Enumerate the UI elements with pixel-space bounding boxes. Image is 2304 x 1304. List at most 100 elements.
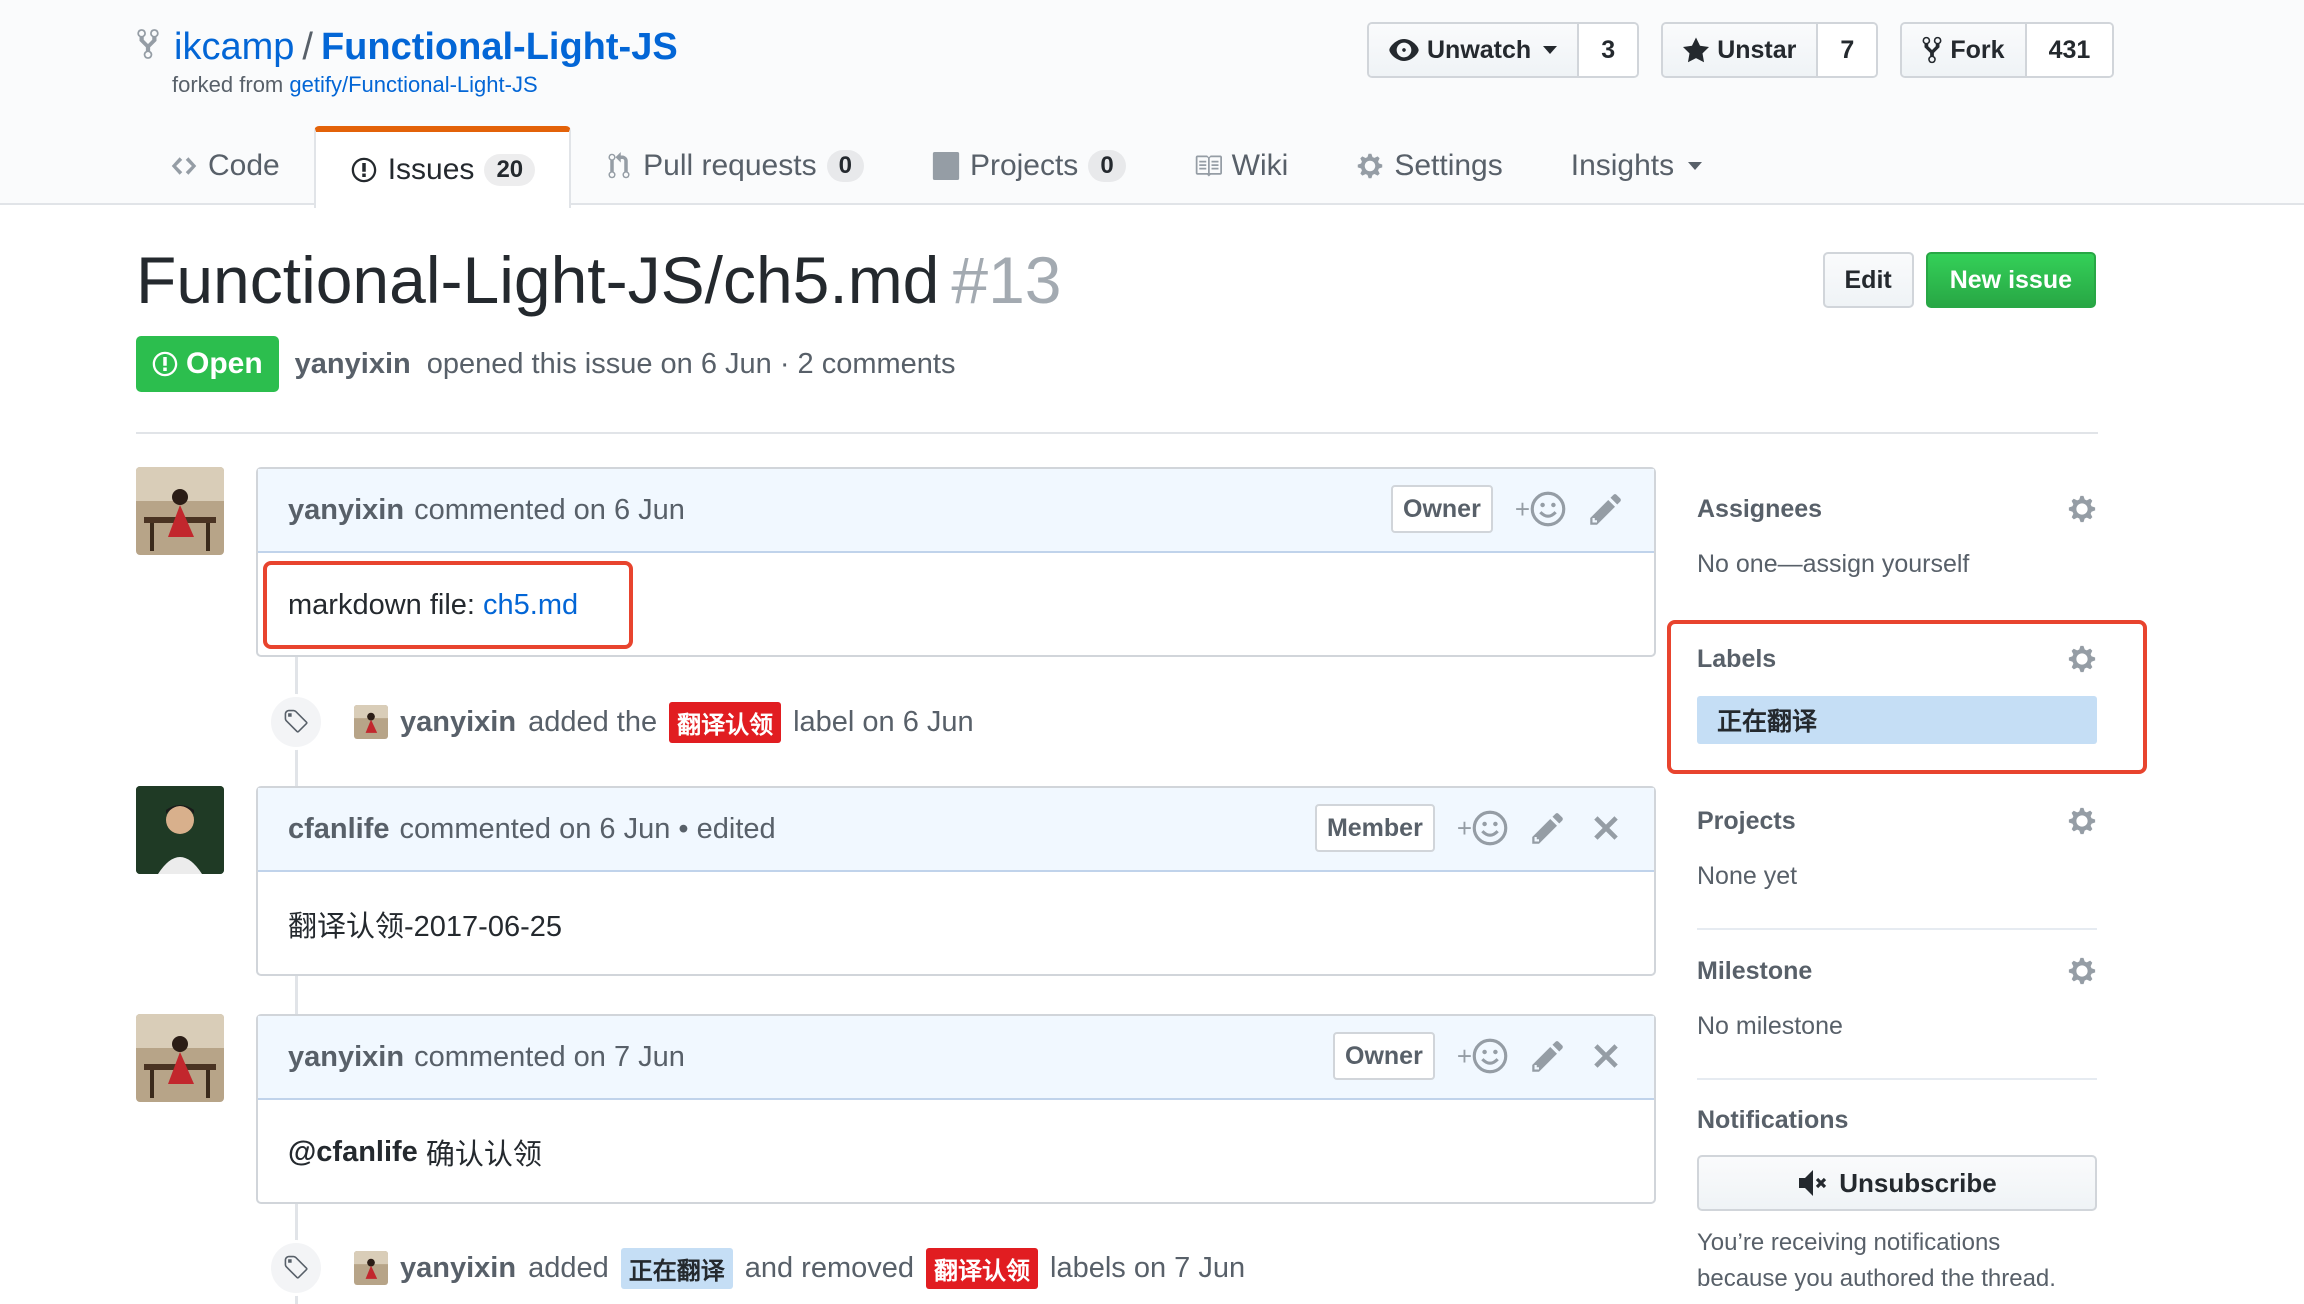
tab-issues-label: Issues [387,153,475,186]
comment-meta[interactable]: commented on 7 Jun [414,1041,685,1074]
tab-projects-label: Projects [969,149,1079,182]
event-badge [268,1240,324,1296]
issue-author[interactable]: yanyixin [295,348,411,381]
avatar-yanyixin [136,1014,224,1102]
chevron-down-icon [1688,162,1703,170]
watchers-count[interactable]: 3 [1579,24,1638,76]
issue-opened-icon [351,157,376,183]
assignees-value[interactable]: No one—assign yourself [1697,550,2097,579]
avatar-yanyixin-mini [354,705,388,739]
event-text: added [528,1251,609,1284]
repo-name-link[interactable]: Functional-Light-JS [321,26,678,68]
gear-icon[interactable] [2067,806,2097,836]
tab-pull-requests-label: Pull requests [643,149,817,182]
unsubscribe-button[interactable]: Unsubscribe [1697,1155,2097,1211]
edit-button[interactable]: Edit [1822,252,1914,308]
close-icon[interactable] [1588,1038,1624,1074]
new-issue-button[interactable]: New issue [1925,252,2096,308]
issue-number: #13 [951,243,1062,317]
notifications-reason: You’re receiving notifications because y… [1697,1229,2056,1292]
issue-title: Functional-Light-JS/ch5.md #13 [136,240,1062,320]
unstar-button[interactable]: Unstar [1663,24,1819,76]
role-badge: Owner [1391,485,1493,533]
event-text: and removed [744,1251,914,1284]
state-badge: Open [136,336,279,392]
smiley-icon [1530,491,1566,527]
pencil-icon[interactable] [1530,1038,1566,1074]
mention-link[interactable]: @cfanlife [288,1136,418,1169]
avatar[interactable] [136,1014,224,1102]
tab-code[interactable]: Code [136,126,314,206]
role-badge: Member [1314,804,1435,852]
notifications-title: Notifications [1697,1106,1849,1134]
repo-nav: Code Issues 20 Pull requests 0 Projects … [136,126,1736,208]
projects-title: Projects [1697,806,1796,835]
plus-sign: + [1456,812,1472,843]
repo-actions: Unwatch 3 Unstar 7 Fork 431 [1367,22,2115,78]
label-translation-claim[interactable]: 翻译认领 [926,1247,1038,1289]
plus-sign: + [1456,1040,1472,1071]
comment-header: yanyixin commented on 6 Jun Owner + [258,469,1654,553]
comment-meta[interactable]: commented on 6 Jun [414,494,685,527]
smiley-icon [1472,810,1508,846]
project-icon [932,152,960,180]
avatar[interactable] [354,705,388,739]
forked-prefix: forked from [172,72,284,97]
assignees-header[interactable]: Assignees [1697,494,2097,524]
label-translation-claim[interactable]: 翻译认领 [669,701,782,743]
star-group: Unstar 7 [1661,22,1879,78]
event-actor[interactable]: yanyixin [400,706,516,739]
tab-insights[interactable]: Insights [1537,126,1736,206]
add-reaction-button[interactable]: + [1515,491,1566,527]
pencil-icon[interactable] [1588,491,1624,527]
event-actor[interactable]: yanyixin [400,1252,516,1285]
unstar-label: Unstar [1717,35,1797,64]
code-icon [171,157,197,175]
forked-source-link[interactable]: getify/Functional-Light-JS [289,72,537,97]
eye-icon [1389,39,1419,61]
forks-count[interactable]: 431 [2026,24,2113,76]
header-divider [136,432,2098,434]
avatar-yanyixin-mini [354,1251,388,1285]
avatar[interactable] [136,467,224,555]
repo-owner-link[interactable]: ikcamp [174,26,294,68]
tab-pull-requests[interactable]: Pull requests 0 [571,126,898,206]
sidebar-milestone: Milestone No milestone [1697,956,2097,1041]
fork-group: Fork 431 [1900,22,2115,78]
comment-header: cfanlife commented on 6 Jun • edited Mem… [258,788,1654,872]
avatar[interactable] [136,786,224,874]
comment-body: 翻译认领-2017-06-25 [258,872,1654,976]
issues-counter: 20 [484,154,536,186]
add-reaction-button[interactable]: + [1457,1038,1508,1074]
tab-wiki[interactable]: Wiki [1160,126,1323,206]
star-icon [1683,37,1710,63]
highlight-box [1667,620,2147,774]
pencil-icon[interactable] [1530,810,1566,846]
event-badge [268,694,324,750]
comment-author[interactable]: yanyixin [288,1041,404,1074]
event-text: label on 6 Jun [793,705,974,738]
tab-projects[interactable]: Projects 0 [898,126,1160,206]
tab-settings-label: Settings [1394,149,1503,182]
tab-settings[interactable]: Settings [1322,126,1536,206]
stargazers-count[interactable]: 7 [1818,24,1877,76]
repo-fork-icon [137,29,159,59]
issue-title-actions: Edit New issue [1822,252,2096,308]
label-translating[interactable]: 正在翻译 [620,1247,733,1289]
comment-meta[interactable]: commented on 6 Jun • edited [400,813,776,846]
tab-issues[interactable]: Issues 20 [313,126,572,208]
projects-header[interactable]: Projects [1697,806,2097,836]
fork-button[interactable]: Fork [1902,24,2027,76]
gear-icon[interactable] [2067,956,2097,986]
pulls-counter: 0 [826,150,864,182]
unwatch-button[interactable]: Unwatch [1369,24,1580,76]
avatar[interactable] [354,1251,388,1285]
comment-author[interactable]: cfanlife [288,813,390,846]
milestone-header[interactable]: Milestone [1697,956,2097,986]
add-reaction-button[interactable]: + [1457,810,1508,846]
issue-meta-text: opened this issue on 6 Jun · 2 comments [426,347,956,380]
forked-from: forked from getify/Functional-Light-JS [172,72,538,98]
comment-author[interactable]: yanyixin [288,494,404,527]
gear-icon[interactable] [2067,494,2097,524]
close-icon[interactable] [1588,810,1624,846]
